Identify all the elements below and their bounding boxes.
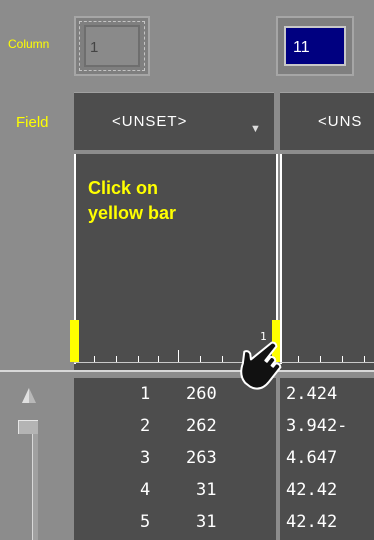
- row-col2: 42.42: [286, 512, 338, 532]
- data-table-1: 1 260 2 262 3 263 4 31 5 31: [74, 378, 276, 540]
- row-col2: 4.647: [286, 448, 338, 468]
- axis-tick: [178, 350, 179, 362]
- data-table-2: 2.424 3.942- 4.647 42.42 42.42: [280, 378, 374, 540]
- column-input-1-value[interactable]: 1: [84, 25, 140, 67]
- scrollbar[interactable]: [18, 420, 40, 540]
- scrollbar-rail: [32, 434, 38, 540]
- column-label: Column: [8, 37, 50, 51]
- graph-2-left-border: [280, 154, 282, 364]
- field-dropdown-2[interactable]: <UNS: [280, 92, 374, 150]
- axis-tick: [116, 356, 117, 362]
- axis-tick: [342, 356, 343, 362]
- axis-tick: [298, 356, 299, 362]
- yellow-bar-left[interactable]: [70, 320, 79, 362]
- axis-tick: [222, 356, 223, 362]
- row-value: 31: [196, 480, 217, 500]
- field-label: Field: [16, 114, 49, 131]
- row-col2: 2.424: [286, 384, 338, 404]
- graph-panel-2: [280, 154, 374, 370]
- row-index: 4: [140, 480, 151, 500]
- hand-cursor-icon: [240, 341, 282, 390]
- field-dropdown-2-value: <UNS: [318, 113, 363, 130]
- divider: [0, 370, 374, 372]
- row-col2: 42.42: [286, 480, 338, 500]
- axis-tick: [200, 356, 201, 362]
- axis-tick: [364, 356, 365, 362]
- graph-hint-line-1: Click on: [88, 178, 159, 198]
- graph-hint-line-2: yellow bar: [88, 203, 177, 223]
- row-index: 3: [140, 448, 151, 468]
- column-input-2[interactable]: 11: [276, 16, 354, 76]
- row-index: 1: [140, 384, 151, 404]
- scrollbar-thumb[interactable]: [18, 420, 38, 434]
- field-dropdown-1[interactable]: <UNSET> ▼: [74, 92, 274, 150]
- axis-tick: [158, 356, 159, 362]
- graph-2-axis: [280, 362, 374, 363]
- column-input-2-value[interactable]: 11: [284, 26, 346, 66]
- axis-tick: [320, 356, 321, 362]
- row-index: 5: [140, 512, 151, 532]
- row-value: 260: [186, 384, 217, 404]
- row-value: 31: [196, 512, 217, 532]
- axis-tick: [94, 356, 95, 362]
- field-dropdown-1-value: <UNSET>: [112, 113, 188, 130]
- column-input-1[interactable]: 1: [74, 16, 150, 76]
- graph-hint: Click on yellow bar: [88, 176, 176, 226]
- row-value: 263: [186, 448, 217, 468]
- row-index: 2: [140, 416, 151, 436]
- row-col2: 3.942-: [286, 416, 348, 436]
- row-value: 262: [186, 416, 217, 436]
- scroll-up-arrow-icon[interactable]: [20, 388, 38, 404]
- axis-tick: [138, 356, 139, 362]
- dropdown-arrow-icon[interactable]: ▼: [250, 123, 261, 135]
